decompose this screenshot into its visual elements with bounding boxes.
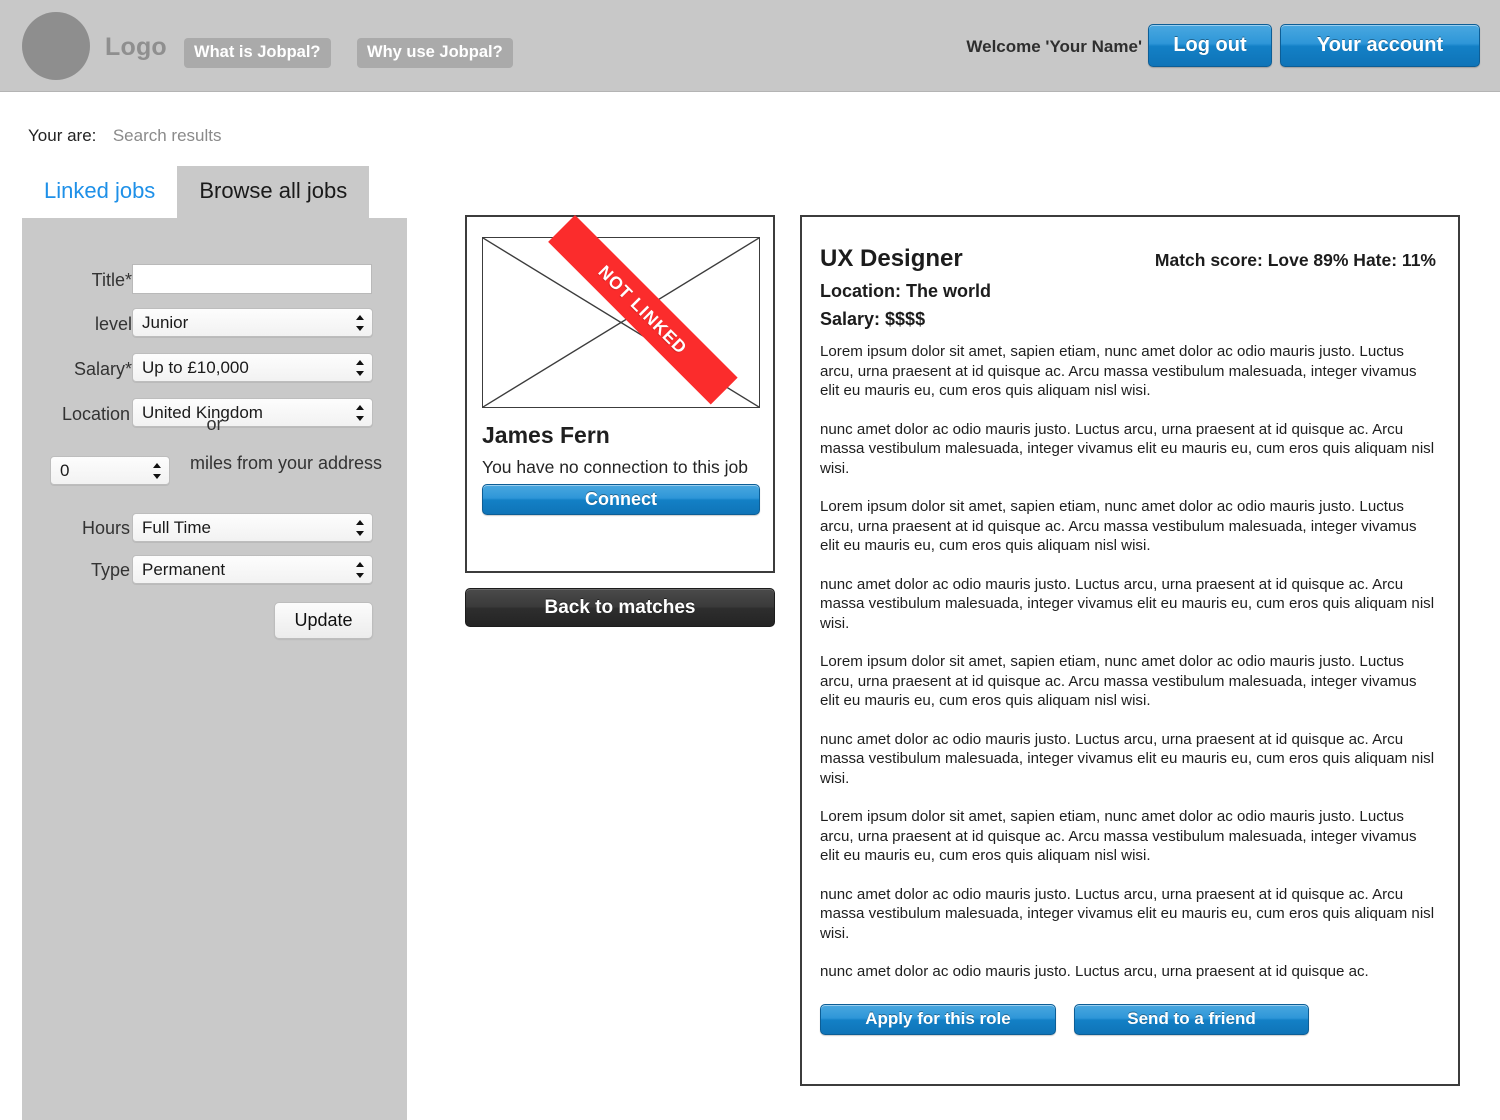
logo-text: Logo — [105, 33, 167, 61]
chevron-updown-icon — [356, 519, 365, 537]
match-card-column: NOT LINKED James Fern You have no connec… — [465, 215, 775, 627]
match-card: NOT LINKED James Fern You have no connec… — [465, 215, 775, 573]
job-description-paragraph: nunc amet dolor ac odio mauris justo. Lu… — [820, 420, 1435, 477]
site-header: Logo What is Jobpal? Why use Jobpal? Wel… — [0, 0, 1500, 92]
hours-select[interactable]: Full Time — [132, 513, 373, 542]
miles-suffix-label: miles from your address — [190, 453, 383, 473]
title-label: Title* — [91, 270, 132, 290]
your-account-button[interactable]: Your account — [1280, 24, 1480, 67]
breadcrumb: Your are: Search results — [28, 126, 222, 146]
nav-what-is-jobpal[interactable]: What is Jobpal? — [184, 38, 331, 68]
job-detail-actions: Apply for this role Send to a friend — [820, 1003, 1436, 1035]
type-select[interactable]: Permanent — [132, 555, 373, 584]
miles-select[interactable]: 0 — [50, 456, 170, 485]
job-description-paragraph: nunc amet dolor ac odio mauris justo. Lu… — [820, 885, 1435, 942]
search-filter-panel: Title* level Junior Salary* Up to £10,00… — [22, 218, 407, 1120]
job-description: Lorem ipsum dolor sit amet, sapien etiam… — [820, 342, 1436, 982]
welcome-text: Welcome 'Your Name' — [966, 37, 1142, 56]
job-title: UX Designer — [820, 245, 963, 272]
type-select-value: Permanent — [142, 560, 226, 579]
job-detail-header: UX Designer Match score: Love 89% Hate: … — [820, 245, 1436, 273]
salary-select-value: Up to £10,000 — [142, 358, 249, 377]
job-description-paragraph: Lorem ipsum dolor sit amet, sapien etiam… — [820, 343, 1417, 399]
job-description-paragraph: nunc amet dolor ac odio mauris justo. Lu… — [820, 575, 1435, 632]
job-description-paragraph: Lorem ipsum dolor sit amet, sapien etiam… — [820, 498, 1417, 554]
nav-why-use-jobpal[interactable]: Why use Jobpal? — [357, 38, 513, 68]
type-label: Type — [90, 560, 130, 580]
back-to-matches-button[interactable]: Back to matches — [465, 588, 775, 627]
person-name: James Fern — [482, 422, 610, 448]
title-input[interactable] — [132, 264, 372, 294]
tab-linked-jobs[interactable]: Linked jobs — [22, 166, 177, 218]
breadcrumb-label: Your are: — [28, 126, 97, 145]
chevron-updown-icon — [356, 314, 365, 332]
chevron-updown-icon — [356, 561, 365, 579]
tab-browse-all-jobs[interactable]: Browse all jobs — [177, 166, 370, 218]
or-separator-label: or — [206, 414, 223, 434]
hours-select-value: Full Time — [142, 518, 211, 537]
level-select[interactable]: Junior — [132, 308, 373, 337]
breadcrumb-value: Search results — [112, 126, 222, 145]
level-label: level — [94, 314, 132, 334]
hours-label: Hours — [81, 518, 130, 538]
job-description-paragraph: nunc amet dolor ac odio mauris justo. Lu… — [820, 963, 1369, 980]
chevron-updown-icon — [153, 462, 162, 480]
page-root: Logo What is Jobpal? Why use Jobpal? Wel… — [0, 0, 1500, 1120]
job-description-paragraph: Lorem ipsum dolor sit amet, sapien etiam… — [820, 653, 1417, 709]
job-thumbnail-placeholder-icon — [482, 237, 760, 408]
salary-select[interactable]: Up to £10,000 — [132, 353, 373, 382]
job-location: Location: The world — [820, 281, 991, 301]
salary-label: Salary* — [73, 359, 132, 379]
apply-for-this-role-button[interactable]: Apply for this role — [820, 1003, 1056, 1035]
update-button[interactable]: Update — [274, 602, 373, 639]
connection-status-text: You have no connection to this job — [482, 457, 748, 477]
send-to-a-friend-button[interactable]: Send to a friend — [1074, 1003, 1309, 1035]
level-select-value: Junior — [142, 313, 189, 332]
logo-avatar-icon — [22, 12, 90, 80]
job-description-paragraph: Lorem ipsum dolor sit amet, sapien etiam… — [820, 808, 1417, 864]
match-score: Match score: Love 89% Hate: 11% — [1154, 250, 1436, 270]
job-description-paragraph: nunc amet dolor ac odio mauris justo. Lu… — [820, 730, 1435, 787]
connect-button[interactable]: Connect — [482, 484, 760, 515]
miles-select-value: 0 — [60, 461, 70, 480]
chevron-updown-icon — [356, 359, 365, 377]
job-detail-panel: UX Designer Match score: Love 89% Hate: … — [800, 215, 1460, 1086]
tab-bar: Linked jobs Browse all jobs — [22, 166, 370, 218]
log-out-button[interactable]: Log out — [1148, 24, 1272, 67]
job-salary: Salary: $$$$ — [820, 309, 926, 329]
